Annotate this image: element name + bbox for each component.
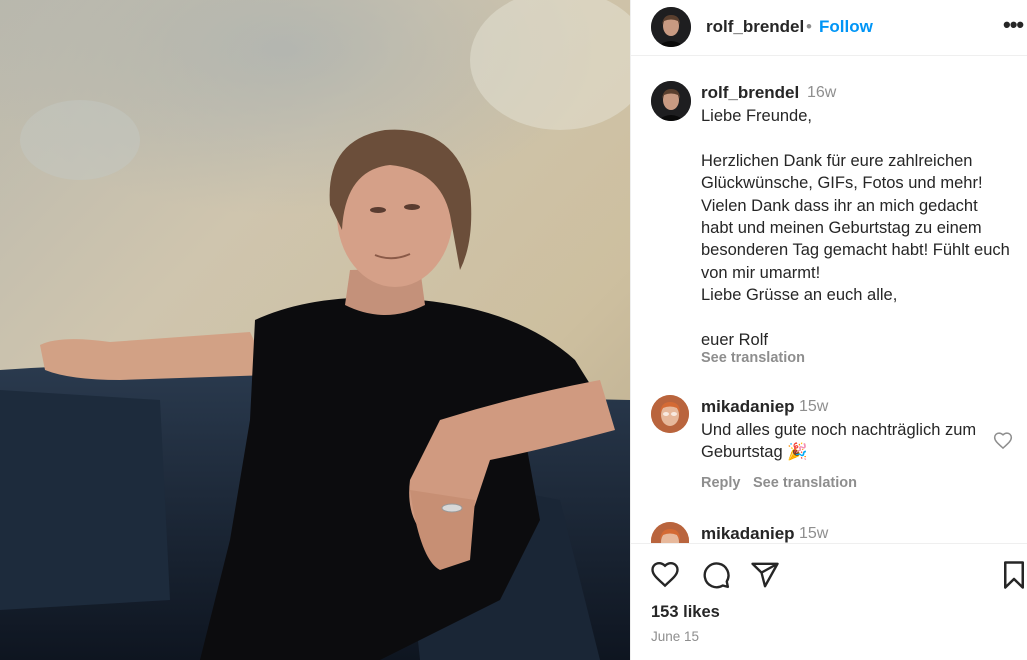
post-actions: 153 likes June 15 xyxy=(631,543,1027,660)
reply-button[interactable]: Reply xyxy=(701,475,741,491)
comment-like-heart-icon[interactable] xyxy=(993,431,1013,456)
post-side-panel: rolf_brendel • Follow ••• rolf_brendel 1… xyxy=(630,0,1027,660)
comment-username[interactable]: mikadaniep xyxy=(701,524,795,543)
post-photo[interactable] xyxy=(0,0,630,660)
share-icon[interactable] xyxy=(750,560,780,595)
commenter-avatar[interactable] xyxy=(651,395,689,433)
heart-icon[interactable] xyxy=(650,560,680,595)
caption-username[interactable]: rolf_brendel xyxy=(701,83,799,103)
caption-text: Liebe Freunde, Herzlichen Dank für eure … xyxy=(701,107,1010,350)
comment-time[interactable]: 15w xyxy=(799,525,828,543)
post-image xyxy=(0,0,630,660)
follow-button[interactable]: Follow xyxy=(819,17,873,37)
post-date[interactable]: June 15 xyxy=(651,629,699,644)
comment-time[interactable]: 15w xyxy=(799,398,828,416)
comment-see-translation[interactable]: See translation xyxy=(753,475,857,491)
comment-username[interactable]: mikadaniep xyxy=(701,397,795,417)
separator-dot: • xyxy=(806,17,812,36)
comment-icon[interactable] xyxy=(701,560,731,595)
caption-time[interactable]: 16w xyxy=(807,84,836,102)
commenter-avatar[interactable] xyxy=(651,522,689,543)
more-options-icon[interactable]: ••• xyxy=(1003,12,1024,38)
likes-count[interactable]: 153 likes xyxy=(651,603,720,622)
author-username[interactable]: rolf_brendel xyxy=(706,17,804,37)
caption-avatar[interactable] xyxy=(651,81,691,121)
comment-text: Und alles gute noch nachträglich zum Geb… xyxy=(701,421,977,462)
post-header: rolf_brendel • Follow ••• xyxy=(631,0,1027,56)
bookmark-icon[interactable] xyxy=(1001,560,1027,595)
comments-list[interactable]: rolf_brendel 16w Liebe Freunde, Herzlich… xyxy=(631,57,1027,543)
caption-see-translation[interactable]: See translation xyxy=(701,350,805,366)
author-avatar[interactable] xyxy=(651,7,691,47)
